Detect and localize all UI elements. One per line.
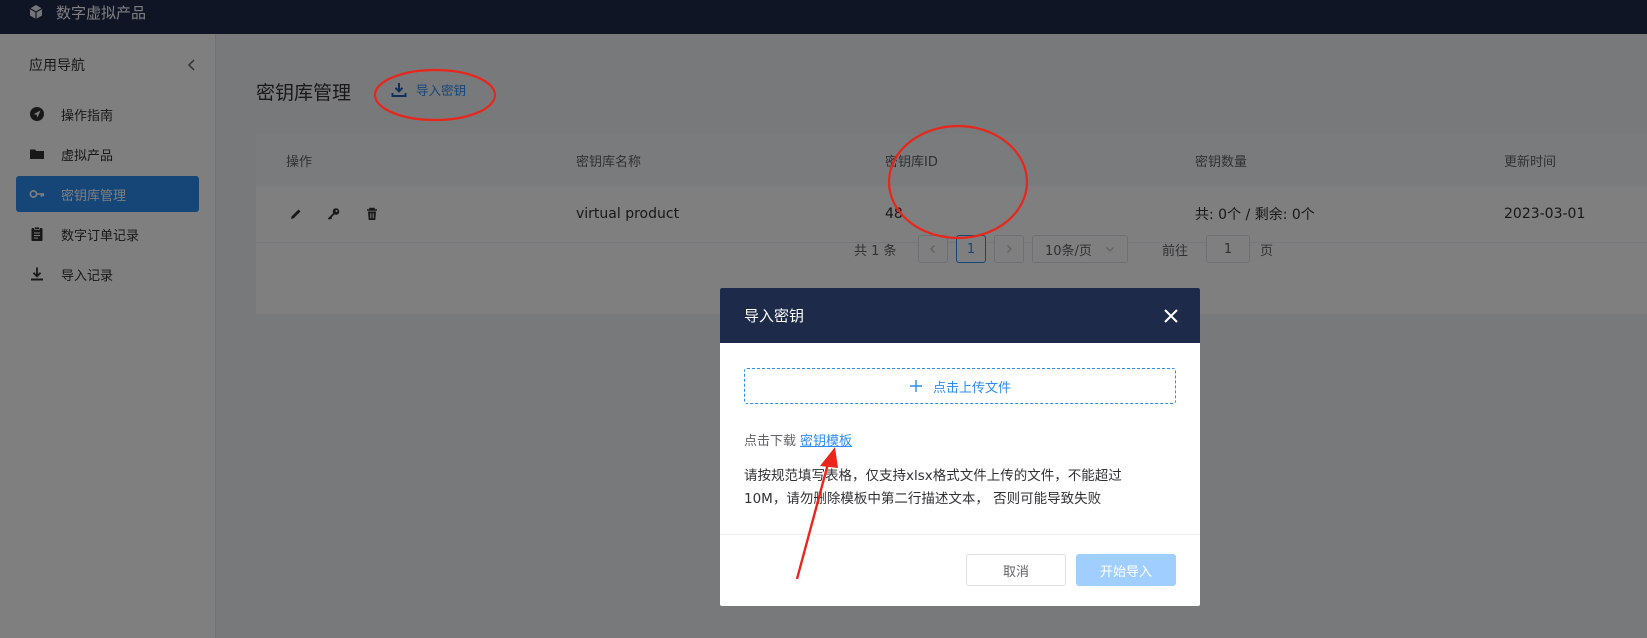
template-download-link[interactable]: 密钥模板 xyxy=(800,434,852,449)
dialog-header: 导入密钥 xyxy=(720,288,1200,343)
download-line: 点击下载 密钥模板 xyxy=(744,430,852,449)
upload-file-button[interactable]: 点击上传文件 xyxy=(744,368,1176,404)
download-prefix: 点击下载 xyxy=(744,434,797,449)
cancel-button[interactable]: 取消 xyxy=(966,554,1066,586)
plus-icon xyxy=(909,380,922,392)
upload-notice: 请按规范填写表格，仅支持xlsx格式文件上传的文件，不能超过10M，请勿删除模板… xyxy=(744,468,1122,507)
dialog-title: 导入密钥 xyxy=(744,307,805,325)
dialog-footer: 取消 开始导入 xyxy=(720,534,1200,606)
start-import-button[interactable]: 开始导入 xyxy=(1076,554,1176,586)
upload-label: 点击上传文件 xyxy=(932,380,1011,396)
import-key-dialog: 导入密钥 点击上传文件 点击下载 密钥模板 请按规范填写表格，仅支持xlsx格式文… xyxy=(720,288,1200,606)
close-icon[interactable] xyxy=(1162,307,1180,325)
